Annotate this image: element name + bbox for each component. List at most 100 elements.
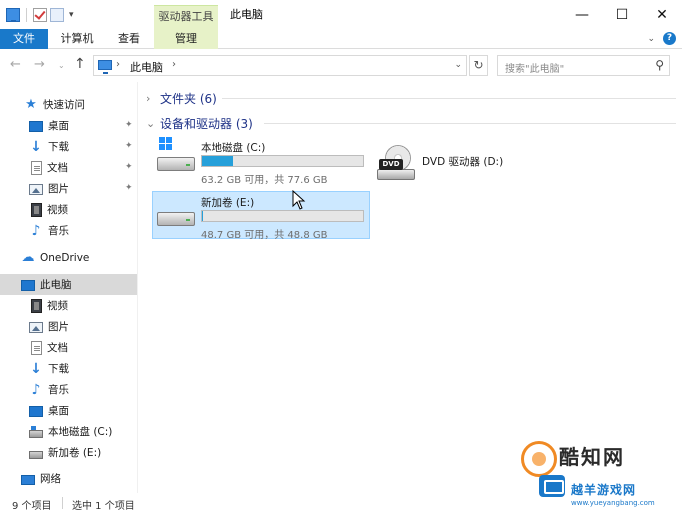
watermark-url: www.yueyangbang.com — [571, 499, 655, 507]
minimize-button[interactable]: — — [562, 0, 602, 29]
computer-icon — [98, 60, 112, 74]
music-icon: ♪ — [31, 381, 41, 398]
computer-icon[interactable] — [6, 8, 20, 22]
sidebar-item-label: 桌面 — [48, 120, 69, 132]
search-icon[interactable]: ⚲ — [655, 58, 664, 72]
computer-icon — [21, 279, 35, 291]
sidebar-item-pc-desktop[interactable]: 桌面 — [0, 400, 137, 421]
dvd-badge: DVD — [379, 159, 403, 170]
help-icon[interactable]: ? — [663, 32, 676, 45]
address-bar[interactable]: › 此电脑 › ⌄ — [93, 55, 467, 76]
sidebar-item-quick-access[interactable]: ★ 快速访问 — [0, 94, 137, 115]
toolbar-divider — [26, 8, 27, 22]
breadcrumb-separator[interactable]: › — [116, 59, 120, 70]
close-button[interactable]: ✕ — [642, 0, 682, 29]
pin-icon[interactable]: ✦ — [125, 141, 133, 151]
star-icon: ★ — [25, 96, 37, 112]
drive-tile-c[interactable]: 本地磁盘 (C:) 63.2 GB 可用，共 77.6 GB — [153, 137, 369, 186]
sidebar-item-label: 下载 — [48, 363, 69, 375]
tab-file[interactable]: 文件 — [0, 29, 48, 49]
search-box[interactable]: 搜索"此电脑" ⚲ — [497, 55, 670, 76]
sidebar-item-drive-e[interactable]: 新加卷 (E:) — [0, 442, 137, 463]
status-item-count: 9 个项目 — [12, 501, 52, 512]
sidebar-item-this-pc[interactable]: 此电脑 — [0, 274, 137, 295]
windows-logo-icon — [159, 137, 173, 151]
maximize-button[interactable]: ☐ — [602, 0, 642, 29]
context-tab-group-label: 驱动器工具 — [154, 5, 218, 29]
pin-icon[interactable]: ✦ — [125, 183, 133, 193]
dvd-drive-name[interactable]: DVD 驱动器 (D:) — [422, 154, 503, 169]
sidebar-item-pc-videos[interactable]: 视频 — [0, 295, 137, 316]
status-divider — [62, 497, 63, 509]
expand-ribbon-icon[interactable]: ⌄ — [647, 34, 655, 44]
download-icon: ↓ — [30, 138, 42, 155]
search-input[interactable]: 搜索"此电脑" — [505, 60, 564, 75]
music-icon: ♪ — [31, 222, 41, 239]
sidebar-item-label: 此电脑 — [40, 279, 72, 291]
sidebar-item-videos[interactable]: 视频 — [0, 199, 137, 220]
sidebar-item-desktop[interactable]: 桌面 ✦ — [0, 115, 137, 136]
tab-manage[interactable]: 管理 — [154, 29, 218, 49]
up-arrow-icon[interactable]: ↑ — [74, 56, 86, 72]
sidebar-item-pc-music[interactable]: ♪ 音乐 — [0, 379, 137, 400]
dvd-drive-icon[interactable]: DVD — [377, 145, 415, 183]
breadcrumb-separator[interactable]: › — [172, 59, 176, 70]
ribbon-right-controls: ⌄ ? — [647, 32, 676, 45]
sidebar-item-label: 文档 — [47, 162, 68, 174]
drive-icon — [29, 450, 43, 459]
pin-icon[interactable]: ✦ — [125, 120, 133, 130]
sidebar-item-drive-c[interactable]: 本地磁盘 (C:) — [0, 421, 137, 442]
picture-icon — [29, 183, 43, 195]
sidebar-item-pc-downloads[interactable]: ↓ 下载 — [0, 358, 137, 379]
back-arrow-icon[interactable]: ← — [10, 57, 21, 72]
drive-usage-bar — [201, 155, 364, 167]
recent-locations-icon[interactable]: ⌄ — [58, 61, 65, 70]
sidebar-item-pc-documents[interactable]: 文档 — [0, 337, 137, 358]
hard-drive-icon — [157, 202, 195, 230]
group-devices-drives[interactable]: ⌄ 设备和驱动器 (3) — [146, 113, 676, 133]
network-icon — [21, 474, 35, 485]
pin-icon[interactable]: ✦ — [125, 162, 133, 172]
desktop-icon — [29, 405, 43, 417]
properties-icon[interactable] — [33, 8, 47, 22]
ribbon-tab-bar: 文件 计算机 查看 管理 ⌄ ? — [0, 29, 682, 49]
watermark: 酷知网 越羊游戏网 www.yueyangbang.com — [515, 437, 682, 513]
tab-view[interactable]: 查看 — [113, 29, 145, 49]
new-folder-icon[interactable] — [50, 8, 64, 22]
sidebar-item-label: 图片 — [48, 321, 69, 333]
tab-computer[interactable]: 计算机 — [57, 29, 97, 49]
drive-tile-e[interactable]: 新加卷 (E:) 48.7 GB 可用，共 48.8 GB — [152, 191, 370, 241]
forward-arrow-icon[interactable]: → — [34, 57, 45, 72]
refresh-button[interactable]: ↻ — [469, 55, 488, 76]
desktop-icon — [29, 120, 43, 132]
cloud-icon: ☁ — [21, 249, 35, 265]
sidebar-item-label: 网络 — [40, 473, 61, 485]
drive-space-text: 48.7 GB 可用，共 48.8 GB — [201, 230, 328, 241]
watermark-logo-icon — [521, 441, 557, 477]
sidebar-item-onedrive[interactable]: ☁ OneDrive — [0, 247, 137, 268]
sidebar-item-label: 视频 — [47, 300, 68, 312]
sidebar-item-music[interactable]: ♪ 音乐 — [0, 220, 137, 241]
expand-chevron-icon[interactable]: › — [146, 92, 154, 105]
sidebar-item-label: OneDrive — [40, 251, 90, 264]
collapse-chevron-icon[interactable]: ⌄ — [146, 117, 155, 130]
sidebar-item-label: 视频 — [47, 204, 68, 216]
picture-icon — [29, 321, 43, 333]
group-folders[interactable]: › 文件夹 (6) — [146, 88, 676, 108]
customize-toolbar-icon[interactable]: ▾ — [69, 10, 74, 20]
sidebar-item-label: 音乐 — [48, 384, 69, 396]
sidebar-item-pc-pictures[interactable]: 图片 — [0, 316, 137, 337]
document-icon — [31, 340, 42, 355]
hard-drive-icon — [157, 137, 195, 175]
address-history-dropdown-icon[interactable]: ⌄ — [454, 60, 462, 70]
sidebar-item-pictures[interactable]: 图片 ✦ — [0, 178, 137, 199]
sidebar-item-network[interactable]: 网络 — [0, 468, 137, 489]
sidebar-item-downloads[interactable]: ↓ 下载 ✦ — [0, 136, 137, 157]
sidebar-item-label: 下载 — [48, 141, 69, 153]
watermark-brand-icon — [539, 475, 565, 497]
sidebar-item-label: 本地磁盘 (C:) — [48, 426, 113, 438]
drive-space-text: 63.2 GB 可用，共 77.6 GB — [201, 175, 328, 186]
breadcrumb-this-pc[interactable]: 此电脑 — [130, 59, 163, 75]
sidebar-item-documents[interactable]: 文档 ✦ — [0, 157, 137, 178]
sidebar-item-label: 新加卷 (E:) — [48, 447, 102, 459]
